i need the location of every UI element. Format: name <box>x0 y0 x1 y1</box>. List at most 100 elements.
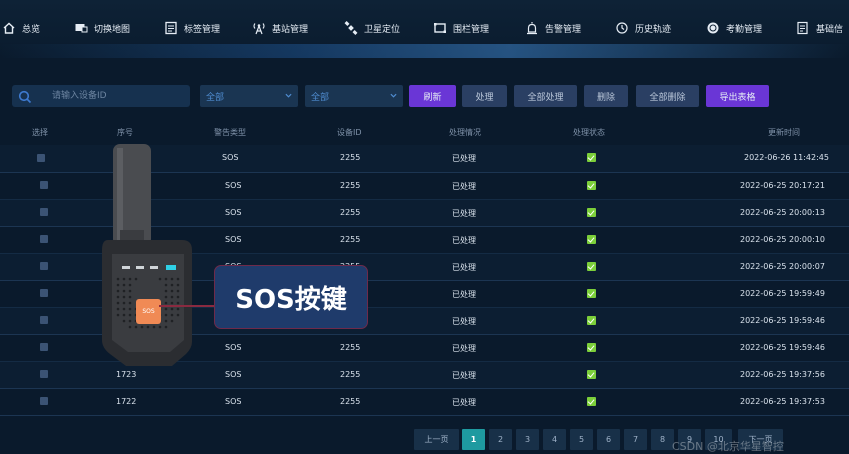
nav-item-basic-info[interactable]: 基础信 <box>796 18 843 38</box>
row-checkbox[interactable] <box>40 316 48 324</box>
check-icon <box>587 370 596 379</box>
refresh-button[interactable]: 刷新 <box>409 85 456 107</box>
nav-label: 总览 <box>22 24 41 35</box>
header-handle: 处理情况 <box>449 128 481 137</box>
row-seq: 1723 <box>116 370 137 379</box>
search-icon <box>18 89 32 104</box>
alarm-icon <box>525 21 539 35</box>
nav-item-fence[interactable]: 围栏管理 <box>433 18 489 38</box>
check-icon <box>587 289 596 298</box>
nav-item-satellite[interactable]: 卫星定位 <box>344 18 400 38</box>
page-button-7[interactable]: 7 <box>624 429 647 450</box>
nav-label: 围栏管理 <box>453 24 490 35</box>
row-handle: 已处理 <box>452 290 476 299</box>
search-box <box>12 85 190 107</box>
row-checkbox[interactable] <box>37 154 45 162</box>
page-button-2[interactable]: 2 <box>489 429 512 450</box>
nav-item-alarm[interactable]: 告警管理 <box>525 18 581 38</box>
page-button-3[interactable]: 3 <box>516 429 539 450</box>
row-device-id: 2255 <box>340 235 361 244</box>
row-type: SOS <box>222 153 239 162</box>
check-icon <box>587 153 596 162</box>
check-icon <box>587 181 596 190</box>
nav-label: 告警管理 <box>545 24 582 35</box>
row-device-id: 2255 <box>340 181 361 190</box>
nav-label: 卫星定位 <box>364 24 401 35</box>
row-checkbox[interactable] <box>40 262 48 270</box>
row-device-id: 2255 <box>340 343 361 352</box>
row-handle: 已处理 <box>452 371 476 380</box>
info-icon <box>796 21 810 35</box>
nav-label: 历史轨迹 <box>635 24 672 35</box>
satellite-icon <box>344 21 358 35</box>
check-icon <box>587 262 596 271</box>
status-select[interactable]: 全部 <box>200 85 298 107</box>
row-checkbox[interactable] <box>40 397 48 405</box>
nav-item-station-management[interactable]: 基站管理 <box>252 18 308 38</box>
row-checkbox[interactable] <box>40 370 48 378</box>
row-time: 2022-06-25 19:59:46 <box>740 343 825 352</box>
prev-page-button[interactable]: 上一页 <box>414 429 459 450</box>
row-device-id: 2255 <box>340 370 361 379</box>
row-handle: 已处理 <box>452 398 476 407</box>
row-seq: 1722 <box>116 397 137 406</box>
row-handle: 已处理 <box>452 154 476 163</box>
nav-label: 基础信 <box>816 24 844 35</box>
table-row[interactable]: 1722 SOS 2255 已处理 2022-06-25 19:37:53 <box>0 388 849 416</box>
row-handle: 已处理 <box>452 263 476 272</box>
nav-label: 切换地图 <box>94 24 131 35</box>
process-all-button[interactable]: 全部处理 <box>514 85 577 107</box>
page-button-5[interactable]: 5 <box>570 429 593 450</box>
page-button-6[interactable]: 6 <box>597 429 620 450</box>
row-checkbox[interactable] <box>40 343 48 351</box>
export-button[interactable]: 导出表格 <box>706 85 769 107</box>
row-time: 2022-06-26 11:42:45 <box>744 153 829 162</box>
row-type: SOS <box>225 370 242 379</box>
gps-device-image: SOS <box>96 144 202 368</box>
page-button-8[interactable]: 8 <box>651 429 674 450</box>
nav-item-switch-map[interactable]: 切换地图 <box>74 18 130 38</box>
attendance-icon <box>706 21 720 35</box>
chevron-down-icon <box>390 92 397 99</box>
check-icon <box>587 397 596 406</box>
nav-item-history[interactable]: 历史轨迹 <box>615 18 671 38</box>
row-checkbox[interactable] <box>40 235 48 243</box>
row-type: SOS <box>225 397 242 406</box>
nav-item-overview[interactable]: 总览 <box>2 18 40 38</box>
nav-label: 基站管理 <box>272 24 309 35</box>
check-icon <box>587 235 596 244</box>
callout-connector <box>159 305 215 307</box>
sos-callout: SOS按键 <box>214 265 368 329</box>
row-time: 2022-06-25 20:00:07 <box>740 262 825 271</box>
delete-all-button[interactable]: 全部删除 <box>636 85 699 107</box>
watermark: CSDN @北京华星智控 <box>672 440 784 453</box>
row-device-id: 2255 <box>340 153 361 162</box>
row-checkbox[interactable] <box>40 208 48 216</box>
row-type: SOS <box>225 343 242 352</box>
row-time: 2022-06-25 20:00:13 <box>740 208 825 217</box>
row-handle: 已处理 <box>452 317 476 326</box>
page-button-1[interactable]: 1 <box>462 429 485 450</box>
nav-item-attendance[interactable]: 考勤管理 <box>706 18 762 38</box>
header-seq: 序号 <box>117 128 133 137</box>
row-handle: 已处理 <box>452 182 476 191</box>
nav-item-tag-management[interactable]: 标签管理 <box>164 18 220 38</box>
row-checkbox[interactable] <box>40 181 48 189</box>
table-header: 选择 序号 警告类型 设备ID 处理情况 处理状态 更新时间 <box>0 123 849 141</box>
row-device-id: 2255 <box>340 208 361 217</box>
header-alarm-type: 警告类型 <box>214 128 246 137</box>
row-checkbox[interactable] <box>40 289 48 297</box>
row-time: 2022-06-25 20:17:21 <box>740 181 825 190</box>
process-button[interactable]: 处理 <box>462 85 507 107</box>
top-nav: 总览 切换地图 标签管理 基站管理 卫星定位 围栏管理 告警管理 历史轨迹 考勤… <box>0 0 849 58</box>
map-switch-icon <box>74 21 88 35</box>
search-input[interactable] <box>50 90 184 102</box>
delete-button[interactable]: 删除 <box>584 85 628 107</box>
antenna-icon <box>252 21 266 35</box>
nav-label: 考勤管理 <box>726 24 763 35</box>
type-select[interactable]: 全部 <box>305 85 403 107</box>
header-time: 更新时间 <box>768 128 800 137</box>
nav-glow <box>0 44 849 58</box>
page-button-4[interactable]: 4 <box>543 429 566 450</box>
header-select: 选择 <box>32 128 48 137</box>
